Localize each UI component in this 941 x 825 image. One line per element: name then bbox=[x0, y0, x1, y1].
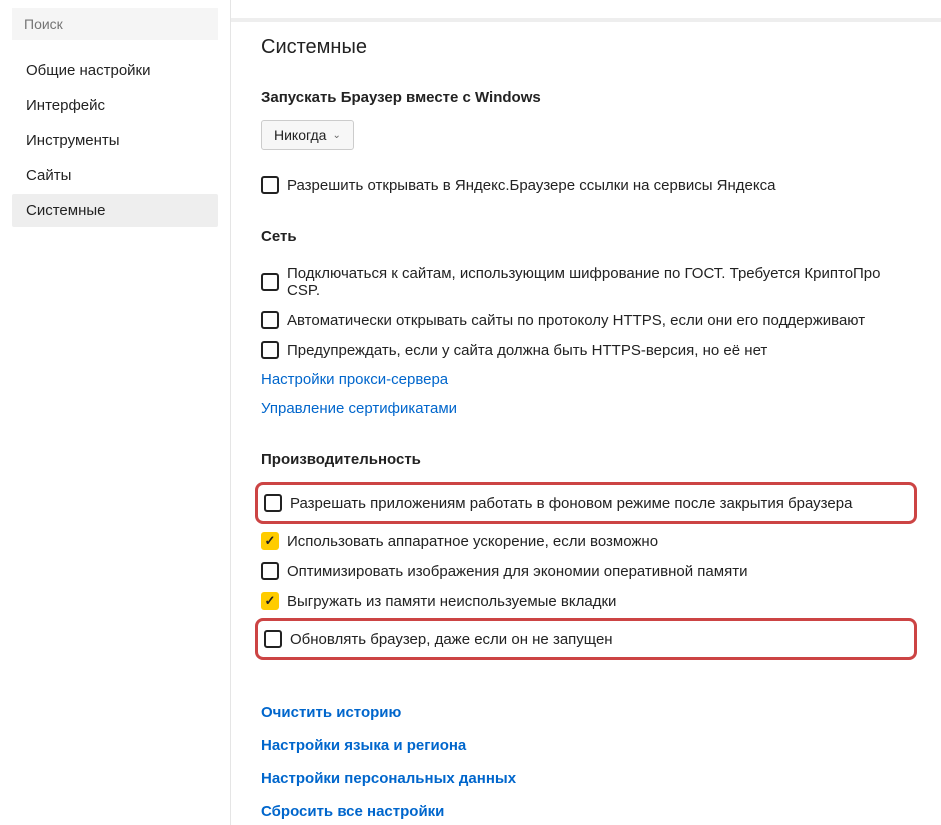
chevron-down-icon: ⌄ bbox=[332, 130, 340, 141]
highlight-update-browser: Обновлять браузер, даже если он не запущ… bbox=[255, 618, 917, 660]
link-personal-data[interactable]: Настройки персональных данных bbox=[261, 762, 911, 795]
nav-interface[interactable]: Интерфейс bbox=[12, 89, 218, 122]
nav-system[interactable]: Системные bbox=[12, 194, 218, 227]
checkbox-background-apps[interactable] bbox=[264, 494, 282, 512]
nav-sites[interactable]: Сайты bbox=[12, 159, 218, 192]
checkbox-label: Разрешать приложениям работать в фоновом… bbox=[290, 495, 852, 512]
checkbox-label: Оптимизировать изображения для экономии … bbox=[287, 563, 747, 580]
checkbox-label: Выгружать из памяти неиспользуемые вклад… bbox=[287, 593, 616, 610]
checkbox-hardware-accel[interactable] bbox=[261, 532, 279, 550]
checkbox-row-optimize-images: Оптимизировать изображения для экономии … bbox=[261, 556, 911, 586]
checkbox-update-browser[interactable] bbox=[264, 630, 282, 648]
checkbox-unload-tabs[interactable] bbox=[261, 592, 279, 610]
link-reset-settings[interactable]: Сбросить все настройки bbox=[261, 795, 911, 825]
page-title: Системные bbox=[261, 36, 911, 59]
checkbox-row-hardware-accel: Использовать аппаратное ускорение, если … bbox=[261, 526, 911, 556]
checkbox-label: Предупреждать, если у сайта должна быть … bbox=[287, 342, 767, 359]
startup-label: Запускать Браузер вместе с Windows bbox=[261, 89, 911, 106]
nav-tools[interactable]: Инструменты bbox=[12, 124, 218, 157]
footer-links: Очистить историю Настройки языка и регио… bbox=[261, 696, 911, 825]
checkbox-row-https-auto: Автоматически открывать сайты по протоко… bbox=[261, 305, 911, 335]
checkbox-row-https-warn: Предупреждать, если у сайта должна быть … bbox=[261, 335, 911, 365]
search-input[interactable] bbox=[12, 8, 218, 40]
content-area: Системные Запускать Браузер вместе с Win… bbox=[231, 0, 941, 825]
link-clear-history[interactable]: Очистить историю bbox=[261, 696, 911, 729]
performance-title: Производительность bbox=[261, 451, 911, 468]
checkbox-yandex-links[interactable] bbox=[261, 176, 279, 194]
checkbox-row-yandex-links: Разрешить открывать в Яндекс.Браузере сс… bbox=[261, 170, 911, 200]
network-title: Сеть bbox=[261, 228, 911, 245]
sidebar: Общие настройки Интерфейс Инструменты Са… bbox=[0, 0, 230, 825]
checkbox-row-background-apps: Разрешать приложениям работать в фоновом… bbox=[264, 488, 908, 518]
highlight-background-apps: Разрешать приложениям работать в фоновом… bbox=[255, 482, 917, 524]
checkbox-row-unload-tabs: Выгружать из памяти неиспользуемые вклад… bbox=[261, 586, 911, 616]
checkbox-label: Автоматически открывать сайты по протоко… bbox=[287, 312, 865, 329]
checkbox-row-gost: Подключаться к сайтам, использующим шифр… bbox=[261, 259, 911, 305]
nav-general[interactable]: Общие настройки bbox=[12, 54, 218, 87]
checkbox-row-update-browser: Обновлять браузер, даже если он не запущ… bbox=[264, 624, 908, 654]
checkbox-label: Разрешить открывать в Яндекс.Браузере сс… bbox=[287, 177, 775, 194]
checkbox-label: Использовать аппаратное ускорение, если … bbox=[287, 533, 658, 550]
checkbox-gost[interactable] bbox=[261, 273, 279, 291]
startup-select[interactable]: Никогда ⌄ bbox=[261, 120, 354, 150]
select-value: Никогда bbox=[274, 127, 326, 143]
checkbox-label: Подключаться к сайтам, использующим шифр… bbox=[287, 265, 911, 299]
checkbox-optimize-images[interactable] bbox=[261, 562, 279, 580]
link-language-region[interactable]: Настройки языка и региона bbox=[261, 729, 911, 762]
checkbox-https-warn[interactable] bbox=[261, 341, 279, 359]
top-bar bbox=[231, 18, 941, 22]
link-certificates[interactable]: Управление сертификатами bbox=[261, 394, 911, 423]
checkbox-label: Обновлять браузер, даже если он не запущ… bbox=[290, 631, 613, 648]
checkbox-https-auto[interactable] bbox=[261, 311, 279, 329]
link-proxy-settings[interactable]: Настройки прокси-сервера bbox=[261, 365, 911, 394]
